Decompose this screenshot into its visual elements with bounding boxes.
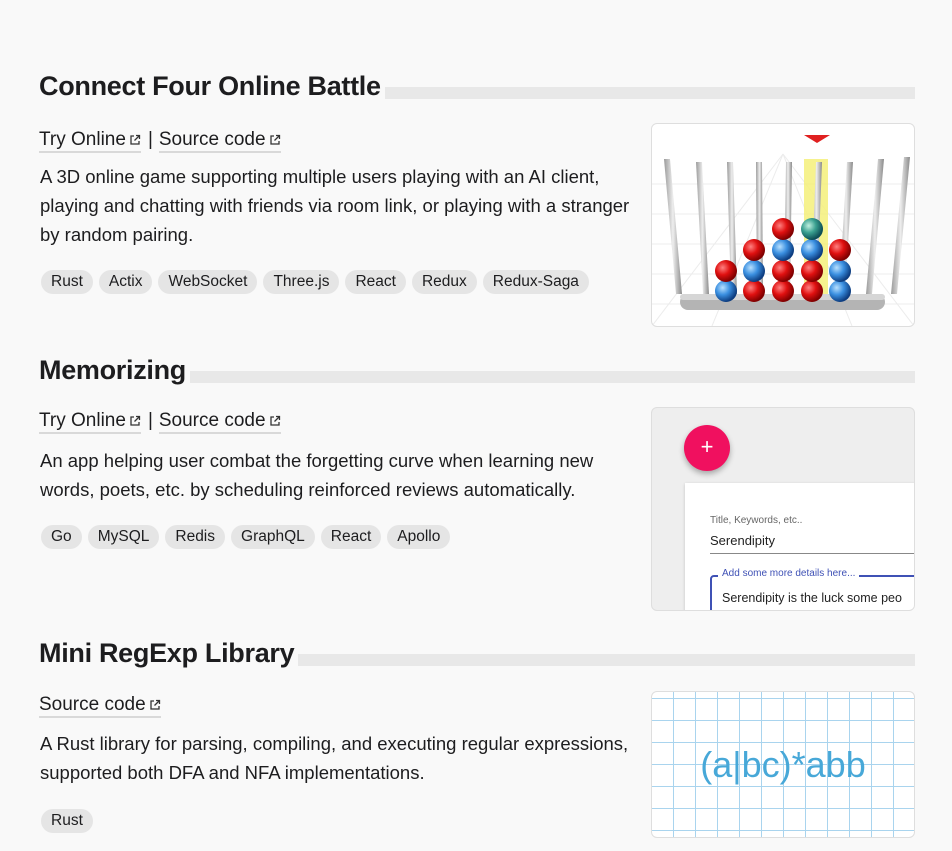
external-link-icon [269,415,280,426]
project-links: Try Online | Source code [39,408,281,434]
drop-indicator-icon [804,135,830,143]
try-online-link[interactable]: Try Online [39,410,141,434]
tag-list: Rust [41,809,93,833]
title-field-label: Title, Keywords, etc.. [710,515,803,526]
project-description: An app helping user combat the forgettin… [40,450,594,500]
source-code-link[interactable]: Source code [39,694,161,718]
try-online-link[interactable]: Try Online [39,129,141,153]
tag: GraphQL [231,525,315,549]
project-title-row: Memorizing [39,354,915,390]
project-title-row: Mini RegExp Library [39,637,915,673]
memorizing-preview-image[interactable]: + Title, Keywords, etc.. Serendipity Add… [651,407,915,611]
project-links: Try Online | Source code [39,127,281,153]
tag: React [320,525,382,549]
tag: Three.js [263,270,340,294]
source-code-link[interactable]: Source code [158,129,281,153]
regex-text: (a|bc)*abb [700,744,866,785]
project-title: Memorizing [39,354,191,386]
source-code-link[interactable]: Source code [158,410,281,434]
tag: Actix [98,270,153,294]
plus-icon: + [700,434,714,459]
details-field-label: Add some more details here... [718,568,860,579]
tag: Redux-Saga [482,270,589,294]
title-field-underline [710,553,914,554]
tag-list: Rust Actix WebSocket Three.js React Redu… [41,270,589,294]
external-link-icon [130,415,141,426]
source-code-label: Source code [158,410,266,431]
try-online-label: Try Online [39,129,126,150]
tag: Redux [411,270,477,294]
connect-four-board-illustration [652,135,914,326]
details-field-value: Serendipity is the luck some peo [722,591,902,605]
try-online-label: Try Online [39,410,126,431]
project-description: A 3D online game supporting multiple use… [40,166,630,245]
tag-list: Go MySQL Redis GraphQL React Apollo [41,525,451,549]
regexp-preview-image[interactable]: (a|bc)*abb [651,691,915,838]
title-field-value: Serendipity [710,533,776,548]
project-title: Mini RegExp Library [39,637,299,669]
tag: WebSocket [158,270,258,294]
tag: Rust [41,270,93,294]
tag: Redis [165,525,226,549]
tag: MySQL [87,525,160,549]
external-link-icon [150,699,160,710]
tag: React [345,270,406,294]
project-title-row: Connect Four Online Battle [39,70,915,106]
external-link-icon [130,134,141,145]
project-title: Connect Four Online Battle [39,70,385,102]
link-separator: | [147,410,153,431]
tag: Apollo [387,525,451,549]
source-code-label: Source code [39,694,146,715]
link-separator: | [147,129,153,150]
source-code-label: Source code [158,129,266,150]
connect-four-preview-image[interactable] [651,123,915,327]
tag: Rust [41,809,93,833]
external-link-icon [269,134,280,145]
project-description: A Rust library for parsing, compiling, a… [40,733,629,783]
tag: Go [41,525,82,549]
project-links: Source code [39,692,161,718]
add-fab-button: + [684,425,730,471]
